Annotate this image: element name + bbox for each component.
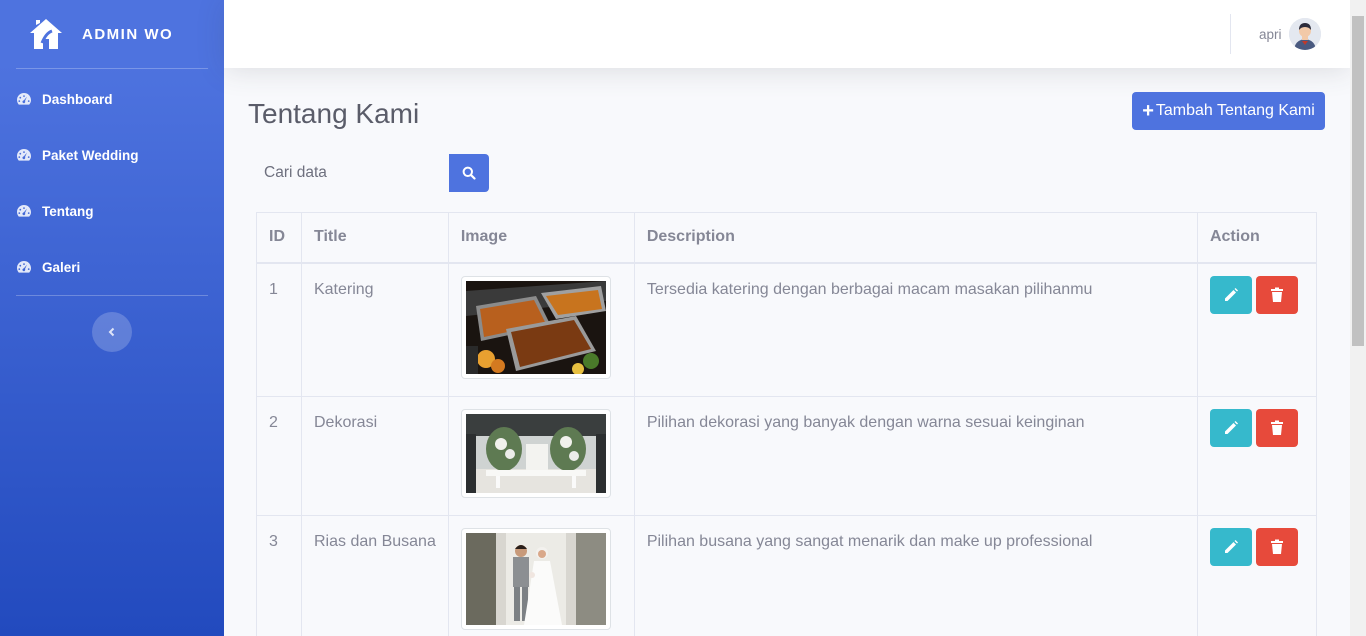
about-table: ID Title Image Description Action 1 Kate…	[256, 212, 1318, 636]
search-input[interactable]	[256, 154, 449, 192]
add-button-label: Tambah Tentang Kami	[1155, 102, 1315, 119]
catering-photo	[460, 275, 611, 379]
cell-image	[447, 395, 635, 516]
column-header-id: ID	[256, 212, 302, 264]
cell-image	[447, 262, 635, 397]
sidebar-item-dashboard[interactable]: Dashboard	[0, 71, 224, 127]
sidebar-item-label: Tentang	[42, 203, 94, 219]
column-header-description: Description	[633, 212, 1198, 264]
tachometer-icon	[17, 261, 31, 273]
sidebar-item-paket-wedding[interactable]: Paket Wedding	[0, 127, 224, 183]
sidebar-item-label: Galeri	[42, 259, 81, 275]
edit-button[interactable]	[1209, 527, 1252, 566]
cell-title: Rias dan Busana	[300, 514, 449, 636]
page-scrollbar[interactable]	[1350, 0, 1366, 636]
house-icon	[30, 19, 62, 49]
cell-actions	[1196, 395, 1318, 516]
pencil-icon	[1224, 287, 1238, 301]
brand-text: ADMIN WO	[82, 25, 174, 43]
search-icon	[462, 166, 476, 180]
cell-actions	[1196, 262, 1318, 397]
bridal-couple-photo	[460, 527, 611, 630]
column-header-image: Image	[447, 212, 635, 264]
sidebar-item-tentang[interactable]: Tentang	[0, 183, 224, 239]
user-name[interactable]: apri	[1259, 27, 1282, 42]
sidebar-item-galeri[interactable]: Galeri	[0, 239, 224, 295]
decoration-photo	[460, 408, 611, 498]
brand[interactable]: ADMIN WO	[0, 0, 224, 68]
table-header-row: ID Title Image Description Action	[256, 212, 1318, 264]
cell-image	[447, 514, 635, 636]
topbar-divider	[1230, 14, 1231, 54]
tachometer-icon	[17, 149, 31, 161]
user-avatar-icon[interactable]	[1289, 18, 1321, 50]
delete-button[interactable]	[1255, 275, 1298, 314]
table-row: 1 Katering Tersedia katering dengan berb…	[256, 262, 1318, 397]
column-header-action: Action	[1196, 212, 1318, 264]
cell-title: Dekorasi	[300, 395, 449, 516]
scrollbar-thumb[interactable]	[1352, 16, 1364, 346]
page-title: Tentang Kami	[248, 98, 420, 129]
trash-icon	[1270, 539, 1283, 554]
tachometer-icon	[17, 93, 31, 105]
sidebar-toggle-button[interactable]	[92, 312, 132, 352]
trash-icon	[1270, 420, 1283, 435]
cell-description: Tersedia katering dengan berbagai macam …	[633, 262, 1198, 397]
trash-icon	[1270, 287, 1283, 302]
plus-icon: +	[1142, 100, 1154, 122]
sidebar: ADMIN WO Dashboard Paket Wedding Tentang…	[0, 0, 224, 636]
table-row: 3 Rias dan Busana Pilihan busana yang sa…	[256, 514, 1318, 636]
cell-id: 2	[256, 395, 302, 516]
delete-button[interactable]	[1255, 408, 1298, 447]
cell-actions	[1196, 514, 1318, 636]
edit-button[interactable]	[1209, 275, 1252, 314]
pencil-icon	[1224, 539, 1238, 553]
table-row: 2 Dekorasi Pilihan dekorasi yang banyak …	[256, 395, 1318, 516]
topbar: apri	[224, 0, 1350, 68]
tachometer-icon	[17, 205, 31, 217]
chevron-left-icon	[108, 327, 115, 337]
add-about-button[interactable]: + Tambah Tentang Kami	[1132, 92, 1325, 130]
cell-description: Pilihan dekorasi yang banyak dengan warn…	[633, 395, 1198, 516]
cell-title: Katering	[300, 262, 449, 397]
sidebar-item-label: Paket Wedding	[42, 147, 139, 163]
sidebar-divider	[16, 295, 208, 296]
sidebar-item-label: Dashboard	[42, 91, 113, 107]
cell-description: Pilihan busana yang sangat menarik dan m…	[633, 514, 1198, 636]
cell-id: 1	[256, 262, 302, 397]
edit-button[interactable]	[1209, 408, 1252, 447]
column-header-title: Title	[300, 212, 449, 264]
delete-button[interactable]	[1255, 527, 1298, 566]
pencil-icon	[1224, 420, 1238, 434]
cell-id: 3	[256, 514, 302, 636]
search-button[interactable]	[449, 154, 489, 192]
